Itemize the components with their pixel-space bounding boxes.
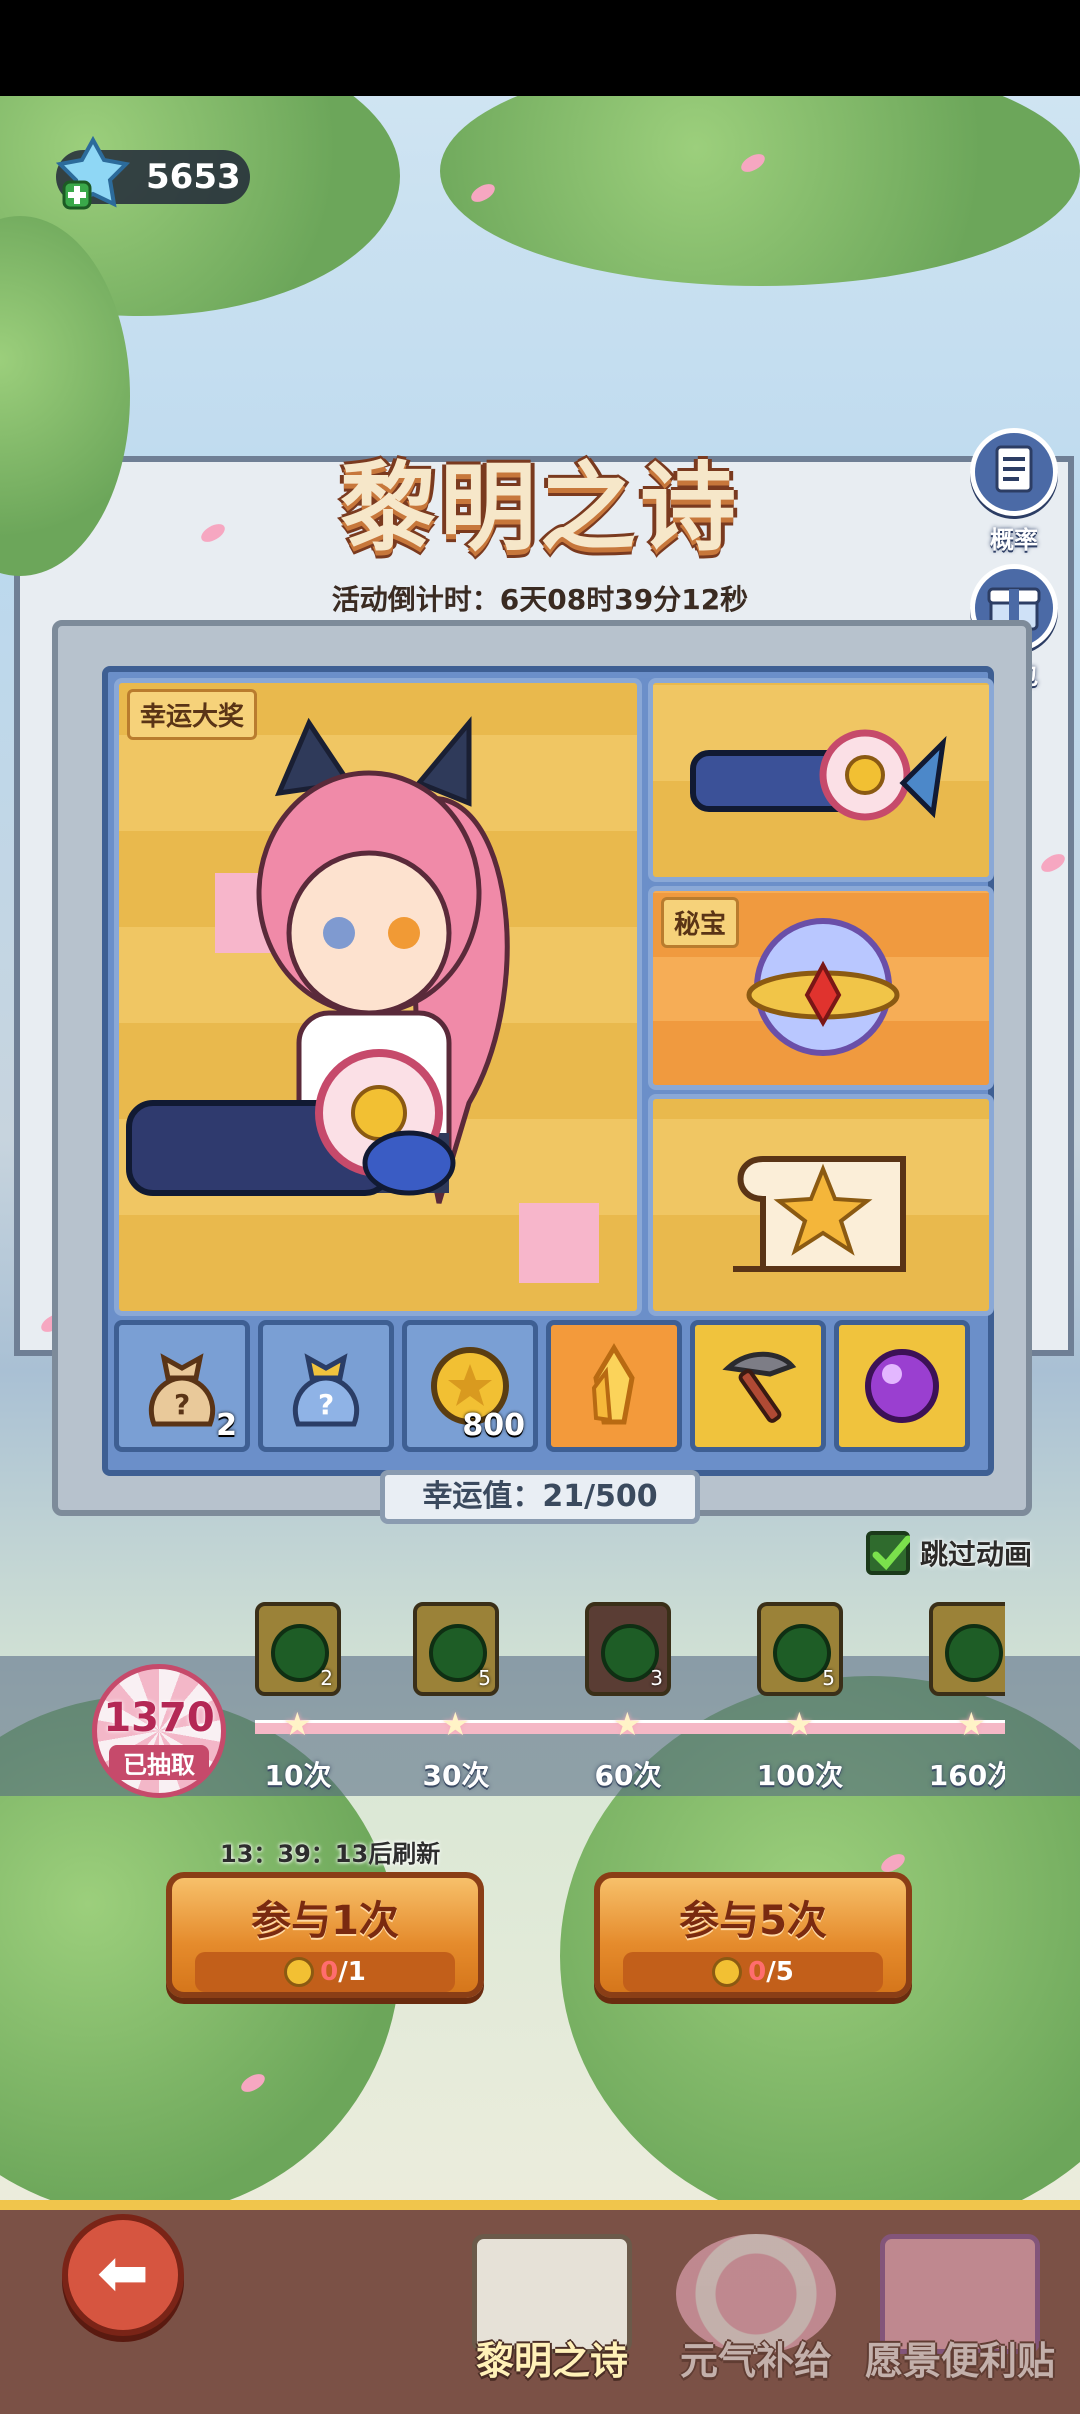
event-countdown: 活动倒计时：6天08时39分12秒 bbox=[331, 583, 749, 616]
small-reward-purple-orb[interactable] bbox=[834, 1320, 970, 1452]
reward-count: 2 bbox=[216, 1408, 237, 1443]
milestone-reward-box[interactable]: 2 bbox=[255, 1602, 341, 1696]
coins-required: /5 bbox=[766, 1957, 794, 1987]
event-coin-icon bbox=[284, 1957, 315, 1987]
secret-treasure-tag: 秘宝 bbox=[661, 897, 740, 948]
tab-label: 黎明之诗 bbox=[475, 2339, 628, 2383]
svg-text:?: ? bbox=[318, 1388, 334, 1421]
tree-canopy bbox=[440, 96, 1080, 286]
skip-animation-label: 跳过动画 bbox=[920, 1538, 1033, 1571]
probability-button[interactable]: 概率 bbox=[962, 428, 1066, 555]
star-icon: ★ bbox=[785, 1705, 814, 1743]
milestone-reward-box[interactable]: 5 bbox=[413, 1602, 499, 1696]
tab-vitality-supply[interactable]: 元气补给 bbox=[668, 2234, 844, 2410]
milestone-10[interactable]: 2 ★ 10次 bbox=[255, 1602, 341, 1792]
pickaxe-icon bbox=[722, 1351, 797, 1423]
small-reward-mystery-bag[interactable]: ? 2 bbox=[114, 1320, 250, 1452]
skip-animation-toggle[interactable]: 跳过动画 bbox=[866, 1528, 1032, 1578]
tab-wish-sticky-note[interactable]: 愿景便利贴 bbox=[865, 2234, 1055, 2410]
milestone-label: 100次 bbox=[756, 1759, 844, 1792]
reward-board: 幸运大奖 秘宝 ? 2 ? 800 bbox=[52, 620, 1032, 1516]
gold-crystal-icon bbox=[591, 1343, 635, 1425]
document-icon bbox=[970, 428, 1058, 516]
secret-treasure-cell[interactable]: 秘宝 bbox=[648, 886, 994, 1090]
coins-owned: 0 bbox=[748, 1957, 767, 1987]
reward-count: 800 bbox=[462, 1408, 525, 1443]
coins-owned: 0 bbox=[320, 1957, 339, 1987]
milestone-reward-count: 3 bbox=[650, 1666, 663, 1690]
milestone-60[interactable]: 3 ★ 60次 bbox=[585, 1602, 671, 1792]
join-five-button[interactable]: 参与5次 0/5 bbox=[594, 1872, 912, 1998]
star-icon: ★ bbox=[283, 1705, 312, 1743]
milestone-reward-box[interactable]: 3 bbox=[585, 1602, 671, 1696]
milestone-100[interactable]: 5 ★ 100次 bbox=[757, 1602, 843, 1792]
event-coin-icon bbox=[712, 1957, 743, 1987]
milestone-label: 30次 bbox=[422, 1759, 490, 1792]
milestone-reward-box[interactable] bbox=[929, 1602, 1005, 1696]
draw-count-badge: 1370 已抽取 bbox=[92, 1664, 226, 1798]
draw-count: 1370 bbox=[103, 1695, 215, 1741]
small-reward-pickaxe[interactable] bbox=[690, 1320, 826, 1452]
milestone-label: 10次 bbox=[264, 1759, 332, 1792]
join-five-cost: 0/5 bbox=[623, 1952, 883, 1992]
reward-grid: 幸运大奖 秘宝 ? 2 ? 800 bbox=[102, 666, 994, 1476]
coins-required: /1 bbox=[338, 1957, 366, 1987]
tab-dawn-poem[interactable]: 黎明之诗 bbox=[464, 2234, 640, 2410]
probability-label: 概率 bbox=[990, 526, 1038, 554]
mystery-bag-blue-icon: ? bbox=[292, 1353, 360, 1427]
back-button[interactable]: ⬅ bbox=[62, 2214, 184, 2336]
character-illustration bbox=[126, 716, 599, 1283]
join-five-label: 参与5次 bbox=[679, 1898, 827, 1944]
skip-animation-checkbox[interactable] bbox=[866, 1531, 912, 1575]
small-reward-gold-coin[interactable]: 800 bbox=[402, 1320, 538, 1452]
star-icon: ★ bbox=[441, 1705, 470, 1743]
magic-scroll-icon bbox=[733, 1156, 906, 1272]
blaster-icon bbox=[690, 729, 947, 821]
weapon-reward-cell[interactable] bbox=[648, 678, 994, 882]
luck-value: 幸运值：21/500 bbox=[380, 1470, 700, 1524]
milestone-track[interactable]: 2 ★ 10次 5 ★ 30次 3 ★ 60次 5 ★ 100次 ★ 160次 bbox=[255, 1602, 1005, 1802]
event-title: 黎明之诗 bbox=[340, 452, 740, 564]
milestone-30[interactable]: 5 ★ 30次 bbox=[413, 1602, 499, 1792]
milestone-160[interactable]: ★ 160次 bbox=[929, 1602, 1005, 1792]
star-icon: ★ bbox=[613, 1705, 642, 1743]
milestone-label: 160次 bbox=[928, 1759, 1005, 1792]
gem-count: 5653 bbox=[146, 157, 241, 197]
small-reward-gold-crystal[interactable] bbox=[546, 1320, 682, 1452]
tab-label: 愿景便利贴 bbox=[864, 2339, 1055, 2383]
small-reward-mystery-bag-blue[interactable]: ? bbox=[258, 1320, 394, 1452]
milestone-reward-count: 5 bbox=[822, 1666, 835, 1690]
join-once-label: 参与1次 bbox=[251, 1898, 399, 1944]
join-once-button[interactable]: 参与1次 0/1 bbox=[166, 1872, 484, 1998]
milestone-reward-count: 2 bbox=[320, 1666, 333, 1690]
join-once-cost: 0/1 bbox=[195, 1952, 455, 1992]
scroll-reward-cell[interactable] bbox=[648, 1094, 994, 1316]
refresh-timer: 13：39：13后刷新 bbox=[220, 1840, 441, 1868]
svg-text:?: ? bbox=[174, 1388, 190, 1421]
purple-orb-icon bbox=[865, 1349, 939, 1423]
milestone-label: 60次 bbox=[594, 1759, 662, 1792]
claimed-check-icon bbox=[945, 1624, 1003, 1682]
milestone-reward-box[interactable]: 5 bbox=[757, 1602, 843, 1696]
star-icon: ★ bbox=[957, 1705, 986, 1743]
draw-count-label: 已抽取 bbox=[109, 1745, 209, 1780]
gem-plus-icon[interactable] bbox=[54, 136, 132, 214]
grand-prize-cell[interactable]: 幸运大奖 bbox=[114, 678, 642, 1316]
tab-label: 元气补给 bbox=[679, 2339, 832, 2383]
checkmark-icon bbox=[872, 1535, 912, 1571]
back-arrow-icon: ⬅ bbox=[97, 2236, 149, 2309]
milestone-reward-count: 5 bbox=[478, 1666, 491, 1690]
